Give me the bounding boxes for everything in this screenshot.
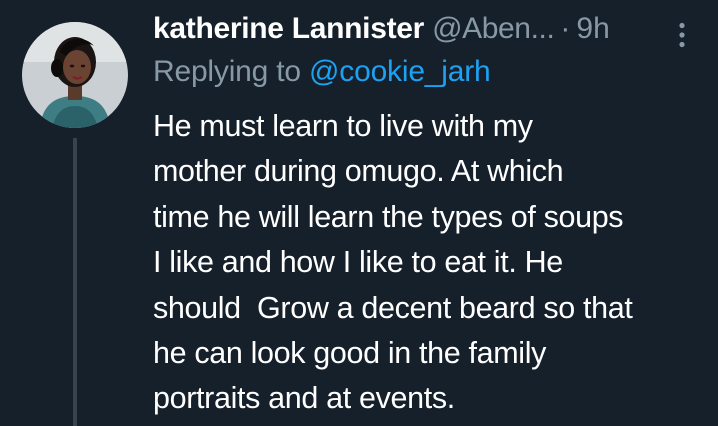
author-handle[interactable]: @Aben... — [432, 12, 555, 46]
replying-to-label: Replying to — [153, 55, 301, 88]
thread-connector-line — [73, 138, 77, 426]
tweet-body-line: should Grow a decent beard so that — [153, 290, 633, 325]
tweet[interactable]: katherine Lannister @Aben... · 9h Replyi… — [0, 0, 718, 426]
replying-to-line: Replying to @cookie_jarh — [153, 55, 491, 89]
more-options-button[interactable] — [676, 22, 688, 48]
author-display-name[interactable]: katherine Lannister — [153, 12, 424, 46]
author-avatar[interactable] — [22, 22, 128, 128]
tweet-body: He must learn to live with my mother dur… — [153, 104, 705, 422]
tweet-body-line: time he will learn the types of soups — [153, 199, 624, 234]
vertical-ellipsis-icon — [679, 22, 685, 48]
tweet-body-line: He must learn to live with my — [153, 109, 533, 143]
tweet-timestamp[interactable]: 9h — [576, 12, 609, 46]
tweet-body-line: portraits and at events. — [153, 381, 455, 416]
header-separator: · — [560, 12, 571, 45]
tweet-header: katherine Lannister @Aben... · 9h — [153, 12, 610, 52]
avatar-photo-icon — [22, 22, 128, 128]
tweet-body-line: mother during omugo. At which — [153, 154, 564, 189]
reply-mention-link[interactable]: @cookie_jarh — [309, 55, 491, 88]
tweet-body-line: I like and how I like to eat it. He — [153, 245, 563, 280]
tweet-body-line: he can look good in the family — [153, 336, 547, 371]
